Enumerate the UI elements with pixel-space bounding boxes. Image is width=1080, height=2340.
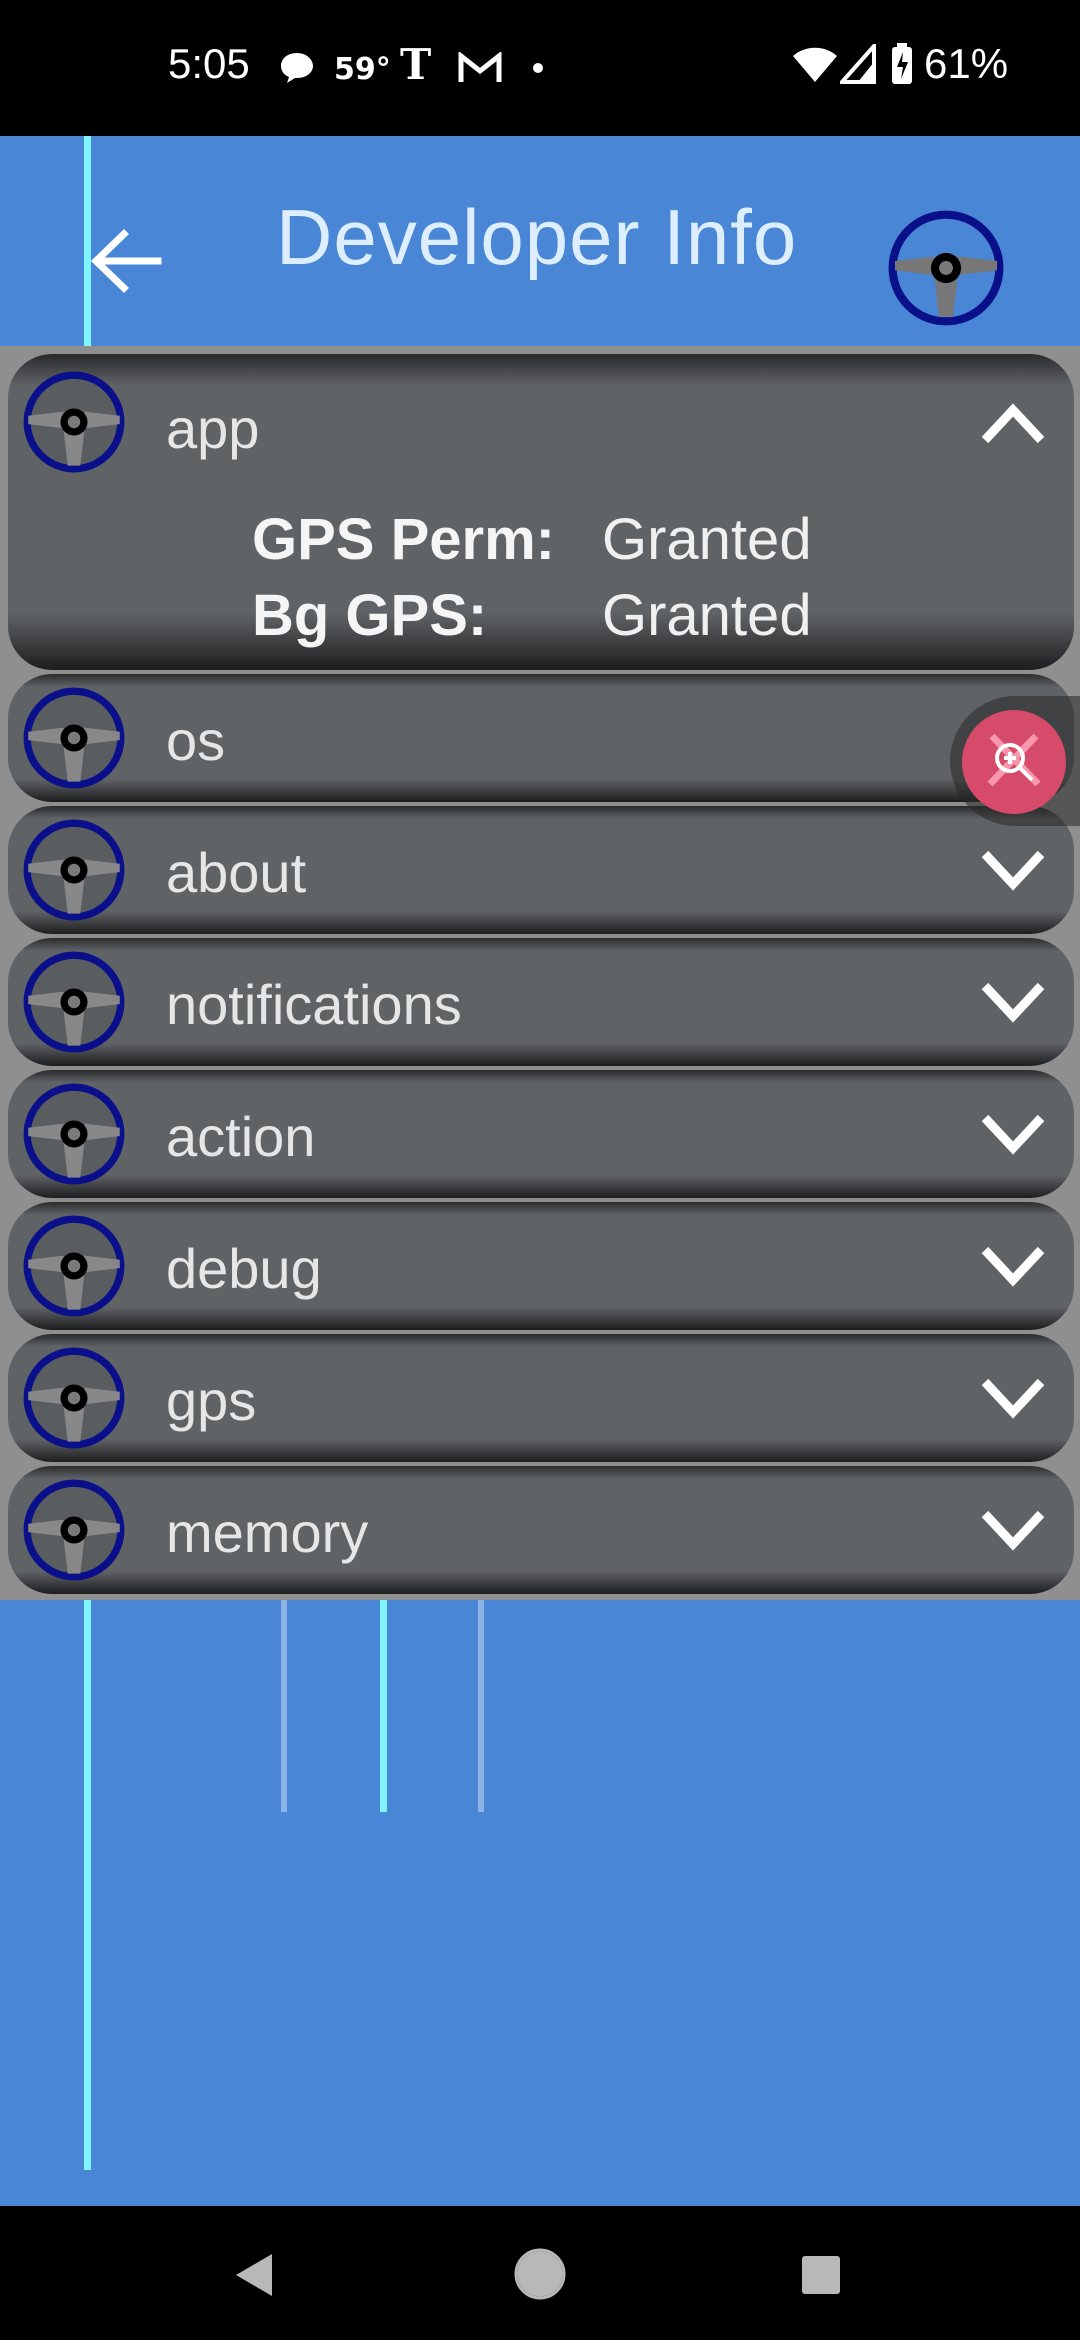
zoom-in-icon (987, 733, 1041, 787)
chevron-down-icon[interactable] (980, 1244, 1046, 1288)
arrow-left-icon[interactable] (90, 228, 162, 294)
section-memory[interactable]: memory (8, 1466, 1074, 1594)
steering-wheel-icon (23, 951, 125, 1053)
wifi-icon (793, 47, 837, 82)
steering-wheel-icon (888, 210, 1004, 326)
nytimes-icon: T (400, 40, 432, 89)
section-label: notifications (166, 973, 462, 1036)
bg-gps-value-wrap: Granted (602, 582, 812, 649)
home-circle-icon[interactable] (514, 2248, 566, 2300)
chevron-up-icon[interactable] (980, 402, 1046, 446)
chevron-down-icon[interactable] (980, 1508, 1046, 1552)
gps-perm-value: Granted (602, 507, 812, 572)
section-notifications[interactable]: notifications (8, 938, 1074, 1066)
bg-gps-label: Bg GPS: (252, 583, 488, 648)
decorative-line (478, 1600, 484, 1812)
section-label: debug (166, 1237, 322, 1300)
chevron-down-icon[interactable] (980, 980, 1046, 1024)
steering-wheel-icon (23, 1347, 125, 1449)
steering-wheel-icon (23, 687, 125, 789)
decorative-line (281, 1600, 287, 1812)
section-label: os (166, 709, 226, 772)
gmail-icon (458, 52, 502, 82)
section-about[interactable]: about (8, 806, 1074, 934)
section-label: about (166, 841, 307, 904)
back-triangle-icon[interactable] (232, 2252, 276, 2298)
bg-gps-value: Granted (602, 583, 812, 648)
chevron-down-icon[interactable] (980, 1376, 1046, 1420)
status-temperature: 59° (334, 52, 391, 87)
section-app[interactable]: app GPS Perm: Granted Bg GPS: Granted (8, 354, 1074, 670)
gps-perm-row: GPS Perm: (252, 506, 555, 573)
section-label: action (166, 1105, 316, 1168)
status-bar: 5:05 59° T 61% (0, 0, 1080, 136)
status-time: 5:05 (168, 40, 250, 87)
system-nav-bar (0, 2206, 1080, 2340)
zoom-button[interactable] (962, 710, 1066, 814)
sections-list: app GPS Perm: Granted Bg GPS: Granted os (0, 346, 1080, 1600)
steering-wheel-icon (23, 1215, 125, 1317)
section-os[interactable]: os (8, 674, 1074, 802)
battery-percent: 61% (924, 40, 1009, 87)
section-gps[interactable]: gps (8, 1334, 1074, 1462)
battery-charging-icon (892, 43, 912, 84)
steering-wheel-icon (23, 819, 125, 921)
section-label: gps (166, 1369, 257, 1432)
section-action[interactable]: action (8, 1070, 1074, 1198)
steering-wheel-icon (23, 1083, 125, 1185)
chevron-down-icon[interactable] (980, 1112, 1046, 1156)
chat-bubble-icon (281, 53, 313, 83)
accent-line (84, 1600, 91, 2170)
accent-line (380, 1600, 387, 1812)
steering-wheel-icon (23, 371, 125, 473)
gps-perm-value-wrap: Granted (602, 506, 812, 573)
page-title: Developer Info (276, 193, 798, 281)
section-label: memory (166, 1501, 369, 1564)
signal-icon (840, 44, 876, 84)
steering-wheel-icon (23, 1479, 125, 1581)
section-label: app (166, 397, 260, 460)
chevron-down-icon[interactable] (980, 848, 1046, 892)
dot-icon (533, 63, 543, 73)
bg-gps-row: Bg GPS: (252, 582, 487, 649)
gps-perm-label: GPS Perm: (252, 507, 555, 572)
recents-square-icon[interactable] (800, 2254, 842, 2296)
section-debug[interactable]: debug (8, 1202, 1074, 1330)
app-bar: Developer Info (0, 136, 1080, 346)
